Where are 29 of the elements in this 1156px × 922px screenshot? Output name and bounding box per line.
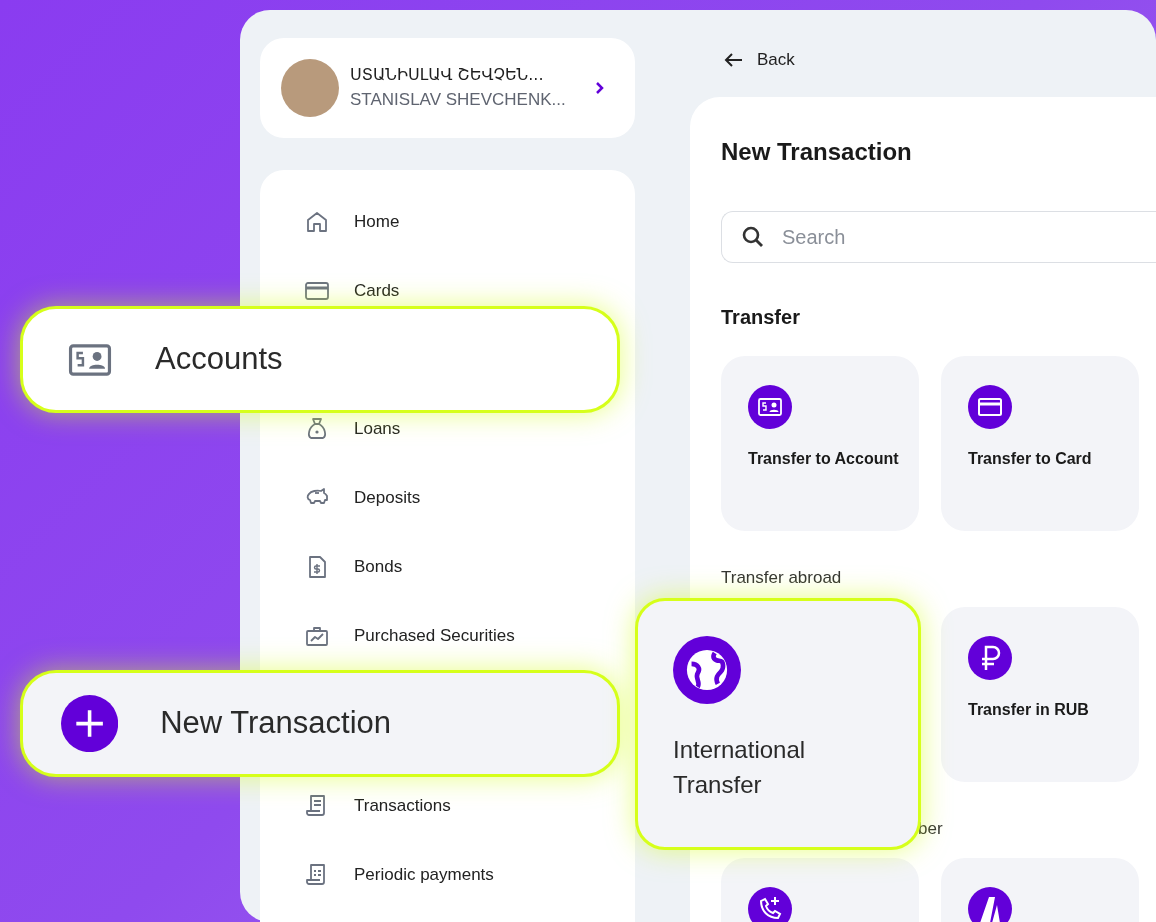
chevron-right-icon	[595, 81, 605, 95]
globe-icon	[673, 636, 741, 704]
phone-plus-icon	[748, 887, 792, 922]
transfer-tile[interactable]: Transfer in RUB	[941, 607, 1139, 782]
search-icon	[741, 225, 765, 249]
page-title: New Transaction	[721, 137, 913, 167]
menu-item[interactable]: Home	[260, 187, 635, 256]
menu-item[interactable]: Bonds	[260, 532, 635, 601]
arrow-left-icon	[723, 52, 743, 68]
credit-card-icon	[968, 385, 1012, 429]
transfer-tile[interactable]: Transfer to Account	[721, 356, 919, 531]
profile-card[interactable]: ՍՏԱՆԻՍԼԱՎ ՇԵՎՉԵՆ... STANISLAV SHEVCHENK...	[260, 38, 635, 138]
profile-subtitle: STANISLAV SHEVCHENK...	[350, 89, 567, 112]
menu-item[interactable]: Deposits	[260, 463, 635, 532]
transfer-tile[interactable]: Transfer to Card	[941, 356, 1139, 531]
menu-item[interactable]: Periodic payments	[260, 840, 635, 909]
menu-item[interactable]: Accounts	[20, 306, 620, 413]
menu-item[interactable]: New Transaction	[20, 670, 620, 777]
account-card-icon	[748, 385, 792, 429]
section-heading: Transfer	[721, 305, 801, 329]
letter-a-logo-icon	[968, 887, 1012, 922]
back-button[interactable]: Back	[723, 48, 1156, 72]
search-field[interactable]: Search	[721, 211, 1156, 263]
ruble-icon	[968, 636, 1012, 680]
profile-name: ՍՏԱՆԻՍԼԱՎ ՇԵՎՉԵՆ...	[350, 64, 545, 87]
menu-item[interactable]: Purchased Securities	[260, 601, 635, 670]
avatar-photo-placeholder	[281, 59, 339, 117]
plus-icon	[61, 694, 119, 753]
section-heading: Transfer abroad	[721, 567, 843, 589]
